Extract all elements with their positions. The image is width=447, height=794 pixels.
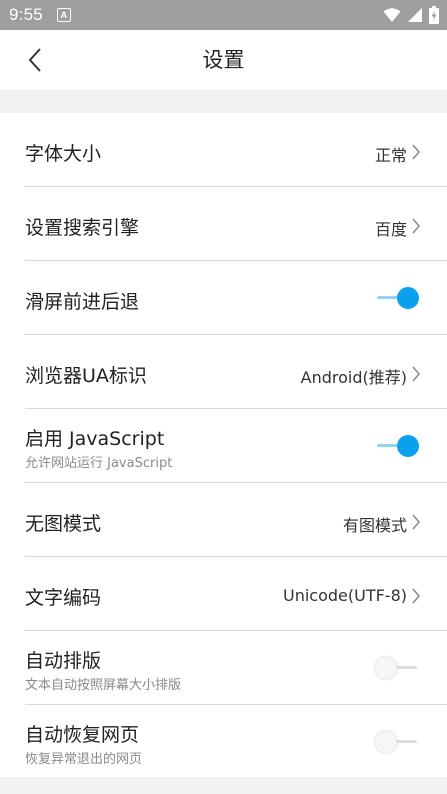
swipe-navigation-toggle[interactable] — [375, 287, 419, 309]
setting-label: 启用 JavaScript — [25, 428, 165, 450]
chevron-right-icon — [412, 144, 420, 160]
toggle-thumb — [375, 731, 397, 753]
notification-a-icon: A — [56, 8, 71, 22]
chevron-right-icon — [412, 366, 420, 382]
setting-font-size[interactable]: 字体大小 正常 — [0, 113, 447, 187]
toggle-thumb — [397, 287, 419, 309]
auto-restore-toggle[interactable] — [375, 731, 419, 753]
setting-text-encoding[interactable]: 文字编码 Unicode(UTF-8) — [0, 557, 447, 631]
setting-value: 百度 — [374, 220, 407, 239]
setting-label: 文字编码 — [25, 587, 102, 609]
setting-value: Android(推荐) — [300, 368, 407, 387]
toggle-thumb — [375, 657, 397, 679]
chevron-right-icon — [412, 514, 420, 530]
auto-layout-toggle[interactable] — [375, 657, 419, 679]
app-bar: 设置 — [0, 30, 447, 90]
setting-value: 正常 — [374, 146, 407, 165]
setting-description: 恢复异常退出的网页 — [25, 752, 143, 767]
setting-swipe-navigation: 滑屏前进后退 — [0, 261, 447, 335]
setting-label: 浏览器UA标识 — [25, 365, 147, 387]
chevron-right-icon — [412, 218, 420, 234]
cell-signal-icon — [408, 8, 422, 22]
status-bar: 9:55 A — [0, 0, 447, 30]
setting-auto-restore: 自动恢复网页 恢复异常退出的网页 — [0, 705, 447, 777]
status-icons — [383, 6, 439, 24]
setting-no-image-mode[interactable]: 无图模式 有图模式 — [0, 483, 447, 557]
setting-label: 无图模式 — [25, 513, 102, 535]
setting-javascript: 启用 JavaScript 允许网站运行 JavaScript — [0, 409, 447, 483]
setting-value: Unicode(UTF-8) — [282, 586, 407, 605]
toggle-thumb — [397, 435, 419, 457]
status-time: 9:55 — [9, 5, 43, 24]
setting-label: 滑屏前进后退 — [25, 291, 140, 313]
battery-charging-icon — [429, 6, 439, 24]
setting-search-engine[interactable]: 设置搜索引擎 百度 — [0, 187, 447, 261]
setting-description: 文本自动按照屏幕大小排版 — [25, 678, 182, 693]
setting-label: 设置搜索引擎 — [25, 217, 140, 239]
chevron-right-icon — [412, 588, 420, 604]
setting-auto-layout: 自动排版 文本自动按照屏幕大小排版 — [0, 631, 447, 705]
setting-value: 有图模式 — [342, 516, 407, 535]
page-title: 设置 — [202, 48, 245, 72]
settings-list: 字体大小 正常 设置搜索引擎 百度 滑屏前进后退 浏览器UA标识 Android… — [0, 113, 447, 777]
setting-label: 自动排版 — [25, 650, 102, 672]
setting-description: 允许网站运行 JavaScript — [25, 456, 173, 471]
wifi-icon — [383, 8, 401, 22]
setting-label: 自动恢复网页 — [25, 724, 140, 746]
javascript-toggle[interactable] — [375, 435, 419, 457]
setting-label: 字体大小 — [25, 143, 102, 165]
setting-user-agent[interactable]: 浏览器UA标识 Android(推荐) — [0, 335, 447, 409]
